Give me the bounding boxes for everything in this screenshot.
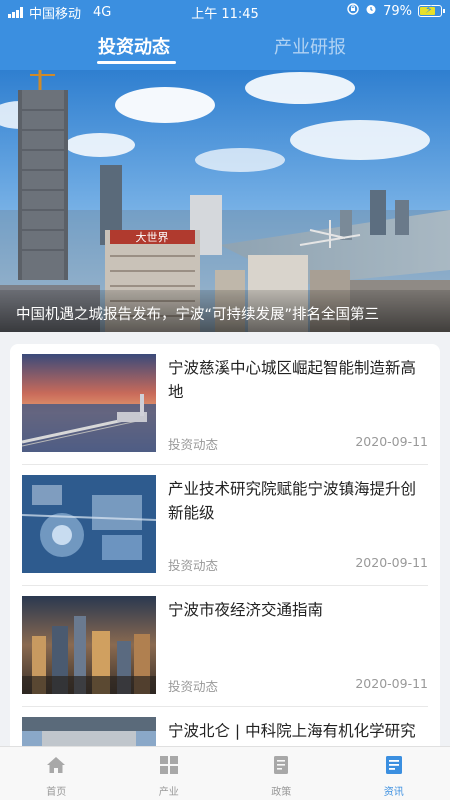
news-item[interactable]: 宁波市夜经济交通指南 投资动态 2020-09-11 xyxy=(10,586,440,707)
news-category: 投资动态 xyxy=(168,437,219,452)
tabbar-item-news[interactable]: 资讯 xyxy=(338,747,450,800)
active-tab-indicator xyxy=(97,61,176,64)
tabbar-item-home[interactable]: 首页 xyxy=(0,747,113,800)
top-tabs: 投资动态 产业研报 xyxy=(0,30,450,70)
battery-icon: ⚡ xyxy=(418,3,445,17)
news-title: 产业技术研究院赋能宁波镇海提升创新能级 xyxy=(168,480,417,522)
news-list: 宁波慈溪中心城区崛起智能制造新高地 投资动态 2020-09-11 产业技术研究… xyxy=(10,344,440,764)
news-icon xyxy=(385,756,402,774)
news-date: 2020-09-11 xyxy=(355,434,428,449)
news-category: 投资动态 xyxy=(168,679,219,694)
rotation-lock-icon xyxy=(347,3,359,19)
news-date: 2020-09-11 xyxy=(355,555,428,570)
alarm-icon xyxy=(365,3,377,19)
home-icon xyxy=(47,757,65,773)
news-category: 投资动态 xyxy=(168,558,219,573)
tabbar-label: 资讯 xyxy=(383,787,404,798)
battery-percent: 79% xyxy=(383,3,412,19)
news-item[interactable]: 产业技术研究院赋能宁波镇海提升创新能级 投资动态 2020-09-11 xyxy=(10,465,440,586)
news-item[interactable]: 宁波慈溪中心城区崛起智能制造新高地 投资动态 2020-09-11 xyxy=(10,344,440,465)
news-thumbnail xyxy=(22,475,156,573)
status-bar: 中国移动 4G 上午 11:45 79% ⚡ xyxy=(0,0,450,22)
bottom-tab-bar: 首页 产业 政策 资讯 xyxy=(0,746,450,800)
news-title: 宁波慈溪中心城区崛起智能制造新高地 xyxy=(168,359,417,401)
grid-icon xyxy=(159,756,178,774)
app-header: 中国移动 4G 上午 11:45 79% ⚡ 投资动态 产业研报 xyxy=(0,0,450,70)
news-thumbnail xyxy=(22,354,156,452)
tab-industry-research[interactable]: 产业研报 xyxy=(274,33,346,59)
banner-sign-text: 大世界 xyxy=(136,230,169,244)
tab-investment-news[interactable]: 投资动态 xyxy=(98,33,170,59)
tabbar-item-policy[interactable]: 政策 xyxy=(225,747,338,800)
news-title: 宁波市夜经济交通指南 xyxy=(168,601,324,619)
banner-caption: 中国机遇之城报告发布，宁波“可持续发展”排名全国第三 xyxy=(16,307,380,323)
tabbar-label: 产业 xyxy=(158,787,179,798)
featured-banner[interactable]: 大世界 中国机遇之城报告发布，宁波“可持续发展”排名全国第三 xyxy=(0,70,450,332)
tabbar-label: 首页 xyxy=(46,787,67,798)
tabbar-label: 政策 xyxy=(271,787,292,798)
news-thumbnail xyxy=(22,596,156,694)
document-icon xyxy=(274,756,288,774)
tabbar-item-industry[interactable]: 产业 xyxy=(113,747,226,800)
news-date: 2020-09-11 xyxy=(355,676,428,691)
